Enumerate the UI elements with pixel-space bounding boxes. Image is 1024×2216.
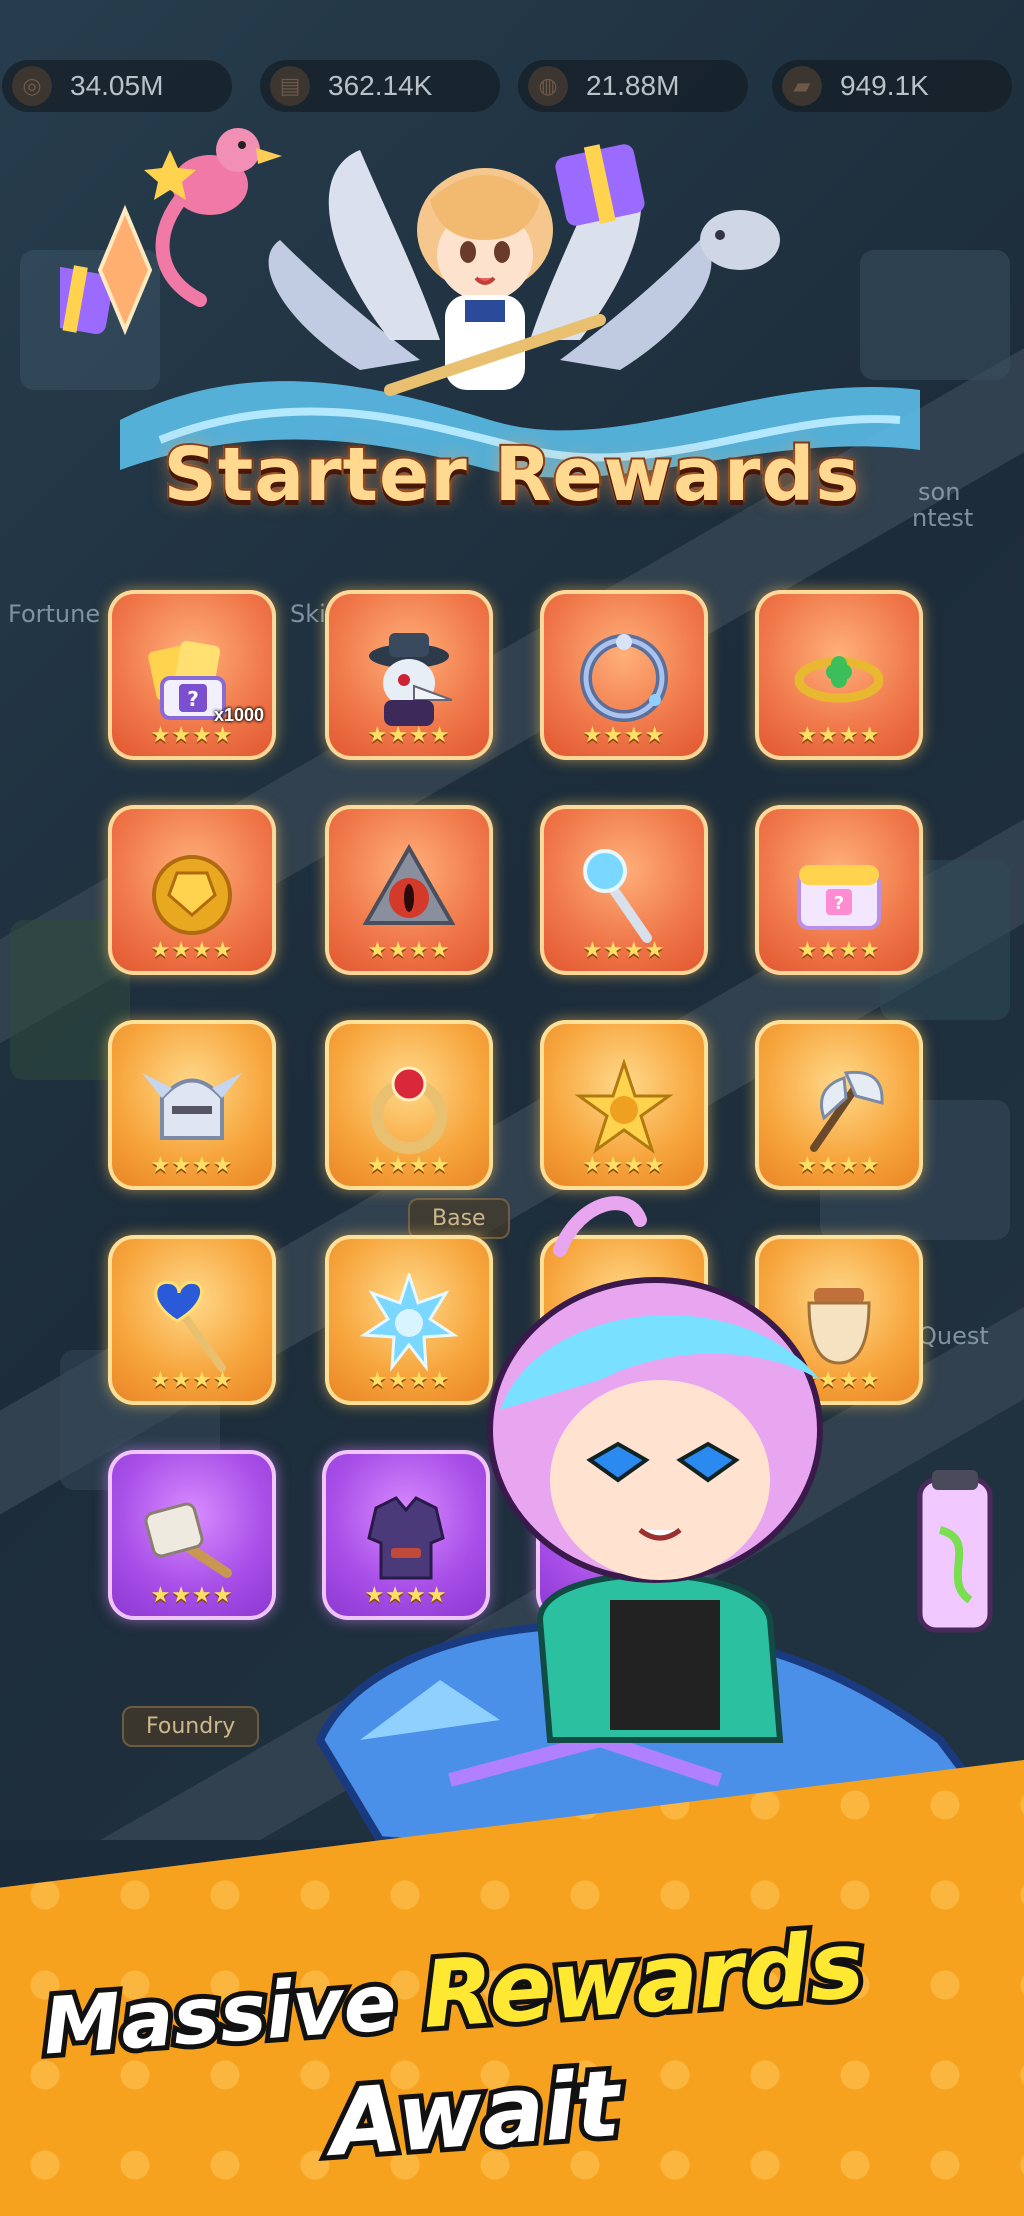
mech-ring-icon xyxy=(580,634,668,722)
reward-stars: ★★★★ xyxy=(797,1153,881,1178)
svg-text:?: ? xyxy=(834,893,844,914)
star-medal-icon xyxy=(574,1058,674,1154)
reward-stars: ★★★★ xyxy=(150,938,234,963)
reward-card-ruby-ring[interactable]: ★★★★ xyxy=(325,1020,493,1190)
reward-stars: ★★★★ xyxy=(582,1153,666,1178)
reward-card-mystery-chest[interactable]: ? x1000 ★★★★ xyxy=(108,590,276,760)
crystal-staff-icon xyxy=(583,849,652,943)
reward-stars: ★★★★ xyxy=(367,938,451,963)
reward-stars: ★★★★ xyxy=(150,1153,234,1178)
reward-card-mech-ring[interactable]: ★★★★ xyxy=(540,590,708,760)
svg-text:?: ? xyxy=(187,687,199,711)
reward-card-gold-orb[interactable]: ★★★★ xyxy=(108,805,276,975)
ruby-ring-icon xyxy=(371,1066,447,1154)
reward-card-star-medal[interactable]: ★★★★ xyxy=(540,1020,708,1190)
reward-card-crystal-staff[interactable]: ★★★★ xyxy=(540,805,708,975)
reward-stars: ★★★★ xyxy=(582,723,666,748)
gold-orb-icon xyxy=(152,855,232,935)
reward-card-knight-helmet[interactable]: ★★★★ xyxy=(108,1020,276,1190)
reward-stars: ★★★★ xyxy=(367,723,451,748)
reward-card-eye-emblem[interactable]: ★★★★ xyxy=(325,805,493,975)
reward-stars: ★★★★ xyxy=(797,723,881,748)
stone-hammer-icon xyxy=(144,1502,232,1578)
reward-stars: ★★★★ xyxy=(797,938,881,963)
reward-stars: ★★★★ xyxy=(150,1368,234,1393)
reward-stars: ★★★★ xyxy=(150,1583,234,1608)
reward-stars: ★★★★ xyxy=(150,723,234,748)
reward-card-heart-wand[interactable]: ★★★★ xyxy=(108,1235,276,1405)
clover-bracelet-icon xyxy=(794,656,884,703)
knight-helmet-icon xyxy=(142,1073,242,1140)
reward-card-clover-bracelet[interactable]: ★★★★ xyxy=(755,590,923,760)
battle-axe-icon xyxy=(810,1070,884,1152)
reward-stars: ★★★★ xyxy=(367,1153,451,1178)
eye-emblem-icon xyxy=(362,843,456,925)
reward-stars: ★★★★ xyxy=(582,938,666,963)
plague-doctor-icon xyxy=(369,633,453,726)
reward-card-battle-axe[interactable]: ★★★★ xyxy=(755,1020,923,1190)
heart-wand-icon xyxy=(154,1280,226,1372)
reward-card-plague-doctor[interactable]: ★★★★ xyxy=(325,590,493,760)
pink-chest-icon: ? xyxy=(797,865,881,930)
reward-card-stone-hammer[interactable]: ★★★★ xyxy=(108,1450,276,1620)
tagline-line-2: Await xyxy=(322,2045,628,2182)
reward-card-pink-chest[interactable]: ? ★★★★ xyxy=(755,805,923,975)
bg-pill-foundry: Foundry xyxy=(122,1706,260,1747)
